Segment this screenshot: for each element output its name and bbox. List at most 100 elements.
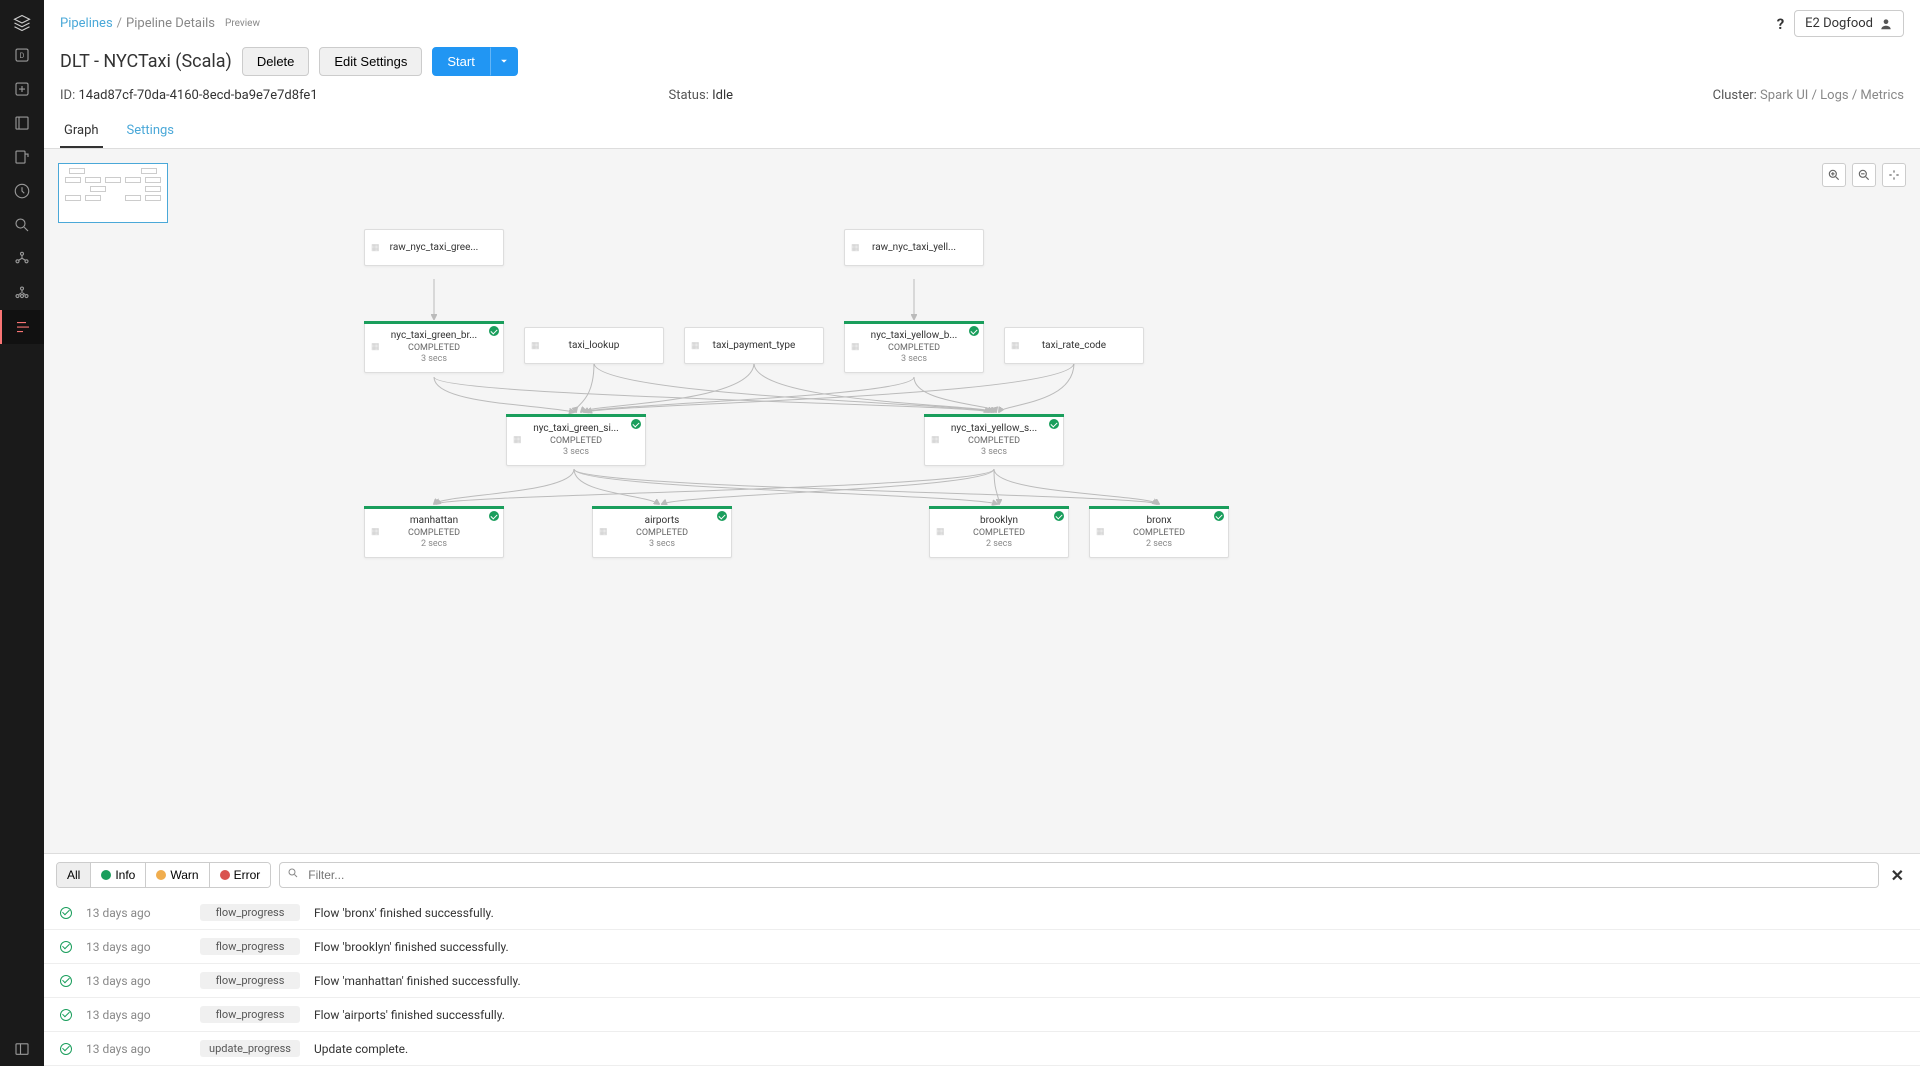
nav-recents-icon[interactable] — [0, 174, 44, 208]
table-icon: ▦ — [531, 341, 540, 351]
pipeline-id: 14ad87cf-70da-4160-8ecd-ba9e7e7d8fe1 — [78, 88, 317, 103]
start-dropdown[interactable] — [490, 47, 518, 76]
node-green-si[interactable]: ▦nyc_taxi_green_si...COMPLETED3 secs — [506, 414, 646, 466]
filter-all[interactable]: All — [57, 863, 91, 887]
check-icon — [717, 511, 727, 521]
chevron-down-icon — [499, 56, 509, 66]
filter-error[interactable]: Error — [210, 863, 271, 887]
breadcrumb-root[interactable]: Pipelines — [60, 16, 113, 31]
start-button[interactable]: Start — [432, 47, 489, 76]
spark-ui-link[interactable]: Spark UI — [1760, 88, 1808, 103]
success-icon — [60, 1009, 72, 1021]
table-icon: ▦ — [513, 435, 522, 445]
nav-d-icon[interactable]: D — [0, 38, 44, 72]
nav-repos-icon[interactable] — [0, 140, 44, 174]
id-label: ID: — [60, 88, 75, 103]
minimap[interactable] — [58, 163, 168, 223]
error-dot-icon — [220, 870, 230, 880]
breadcrumb-current: Pipeline Details — [126, 16, 215, 31]
edit-settings-button[interactable]: Edit Settings — [319, 47, 422, 76]
nav-panel-icon[interactable] — [0, 1032, 44, 1066]
log-list: 13 days agoflow_progressFlow 'bronx' fin… — [44, 896, 1920, 1066]
log-row[interactable]: 13 days agoupdate_progressUpdate complet… — [44, 1032, 1920, 1066]
table-icon: ▦ — [599, 527, 608, 537]
success-icon — [60, 941, 72, 953]
nav-workspace-icon[interactable] — [0, 106, 44, 140]
node-yellow-b[interactable]: ▦nyc_taxi_yellow_b...COMPLETED3 secs — [844, 321, 984, 373]
nav-compute-icon[interactable] — [0, 276, 44, 310]
node-manhattan[interactable]: ▦manhattanCOMPLETED2 secs — [364, 506, 504, 558]
logs-link[interactable]: Logs — [1820, 88, 1848, 103]
warn-dot-icon — [156, 870, 166, 880]
node-bronx[interactable]: ▦bronxCOMPLETED2 secs — [1089, 506, 1229, 558]
zoom-in-button[interactable] — [1822, 163, 1846, 187]
log-row[interactable]: 13 days agoflow_progressFlow 'manhattan'… — [44, 964, 1920, 998]
success-icon — [60, 975, 72, 987]
check-icon — [1054, 511, 1064, 521]
status-value: Idle — [712, 88, 733, 103]
table-icon: ▦ — [371, 342, 380, 352]
filter-input[interactable] — [279, 862, 1878, 888]
node-rate-code[interactable]: ▦taxi_rate_code — [1004, 327, 1144, 364]
zoom-fit-button[interactable] — [1882, 163, 1906, 187]
info-dot-icon — [101, 870, 111, 880]
search-icon — [287, 867, 299, 883]
node-taxi-payment[interactable]: ▦taxi_payment_type — [684, 327, 824, 364]
node-airports[interactable]: ▦airportsCOMPLETED3 secs — [592, 506, 732, 558]
delete-button[interactable]: Delete — [242, 47, 310, 76]
table-icon: ▦ — [371, 243, 380, 253]
nav-jobs-icon[interactable] — [0, 310, 44, 344]
user-name: E2 Dogfood — [1805, 16, 1873, 31]
page-title: DLT - NYCTaxi (Scala) — [60, 51, 232, 72]
table-icon: ▦ — [691, 341, 700, 351]
filter-info[interactable]: Info — [91, 863, 146, 887]
header: Pipelines / Pipeline Details Preview ? E… — [44, 0, 1920, 103]
status-label: Status: — [669, 88, 709, 103]
close-panel-button[interactable]: ✕ — [1887, 866, 1908, 885]
nav-search-icon[interactable] — [0, 208, 44, 242]
logo-icon[interactable] — [0, 8, 44, 38]
tab-graph[interactable]: Graph — [60, 115, 103, 148]
table-icon: ▦ — [851, 342, 860, 352]
metrics-link[interactable]: Metrics — [1860, 88, 1904, 103]
node-taxi-lookup[interactable]: ▦taxi_lookup — [524, 327, 664, 364]
preview-badge: Preview — [225, 18, 260, 29]
success-icon — [60, 1043, 72, 1055]
svg-text:D: D — [20, 51, 25, 60]
log-row[interactable]: 13 days agoflow_progressFlow 'bronx' fin… — [44, 896, 1920, 930]
cluster-label: Cluster: — [1713, 88, 1757, 103]
user-menu[interactable]: E2 Dogfood — [1794, 10, 1904, 37]
success-icon — [60, 907, 72, 919]
create-icon[interactable] — [0, 72, 44, 106]
log-filter-group: All Info Warn Error — [56, 862, 271, 888]
check-icon — [1049, 419, 1059, 429]
tabs: Graph Settings — [44, 115, 1920, 149]
node-green-br[interactable]: ▦nyc_taxi_green_br...COMPLETED3 secs — [364, 321, 504, 373]
nav-data-icon[interactable] — [0, 242, 44, 276]
table-icon: ▦ — [931, 435, 940, 445]
table-icon: ▦ — [851, 243, 860, 253]
breadcrumb: Pipelines / Pipeline Details Preview — [60, 16, 260, 31]
node-raw-green[interactable]: ▦raw_nyc_taxi_gree... — [364, 229, 504, 266]
log-row[interactable]: 13 days agoflow_progressFlow 'brooklyn' … — [44, 930, 1920, 964]
check-icon — [969, 326, 979, 336]
sidebar: D — [0, 0, 44, 1066]
tab-settings[interactable]: Settings — [123, 115, 178, 148]
table-icon: ▦ — [936, 527, 945, 537]
graph-area[interactable]: ▦raw_nyc_taxi_gree... ▦raw_nyc_taxi_yell… — [44, 149, 1920, 853]
table-icon: ▦ — [371, 527, 380, 537]
table-icon: ▦ — [1096, 527, 1105, 537]
zoom-out-button[interactable] — [1852, 163, 1876, 187]
log-panel: All Info Warn Error ✕ 13 days agoflow_pr… — [44, 853, 1920, 1066]
check-icon — [489, 511, 499, 521]
help-icon[interactable]: ? — [1777, 15, 1784, 33]
check-icon — [631, 419, 641, 429]
node-brooklyn[interactable]: ▦brooklynCOMPLETED2 secs — [929, 506, 1069, 558]
log-row[interactable]: 13 days agoflow_progressFlow 'airports' … — [44, 998, 1920, 1032]
table-icon: ▦ — [1011, 341, 1020, 351]
check-icon — [489, 326, 499, 336]
filter-warn[interactable]: Warn — [146, 863, 209, 887]
node-raw-yellow[interactable]: ▦raw_nyc_taxi_yell... — [844, 229, 984, 266]
node-yellow-s[interactable]: ▦nyc_taxi_yellow_s...COMPLETED3 secs — [924, 414, 1064, 466]
check-icon — [1214, 511, 1224, 521]
